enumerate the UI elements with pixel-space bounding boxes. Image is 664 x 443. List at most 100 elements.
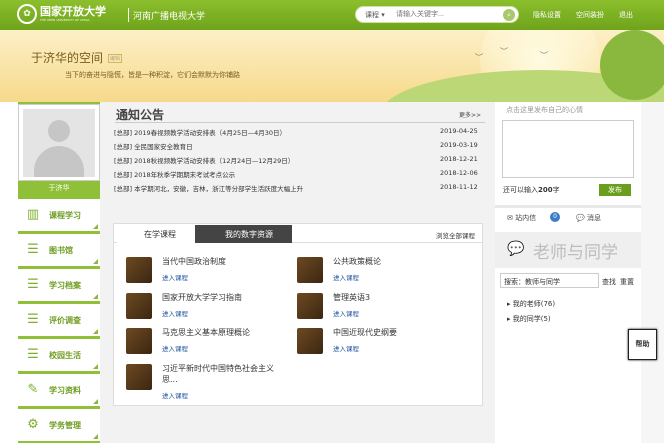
sidebar-item-study-record[interactable]: ☰ 学习档案: [18, 269, 100, 303]
sidebar-item-library[interactable]: ☰ 图书馆: [18, 234, 100, 268]
sidebar-item-label: 学习档案: [49, 280, 81, 290]
notice-row-text[interactable]: [总部] 2019春视频教学活动安排表（4月25日—4月30日）: [114, 129, 286, 137]
inbox-link[interactable]: ✉ 站内信: [507, 213, 536, 223]
search-input[interactable]: [396, 9, 506, 20]
sidebar-item-label: 学习资料: [49, 385, 81, 395]
enter-course-link[interactable]: 进入课程: [333, 343, 359, 353]
course-name[interactable]: 公共政策概论: [333, 256, 459, 267]
notice-row[interactable]: [总部] 2018年秋季学期期末考试考点公示 2018-12-06: [114, 169, 484, 179]
course-name[interactable]: 国家开放大学学习指南: [162, 292, 288, 303]
enter-course-link[interactable]: 进入课程: [162, 390, 188, 400]
notice-panel: 通知公告 更多>> [总部] 2019春视频教学活动安排表（4月25日—4月30…: [113, 104, 493, 199]
privacy-settings-link[interactable]: 隐私设置: [533, 10, 561, 20]
course-item[interactable]: 管理英语3 进入课程: [297, 291, 457, 323]
messages-label: 消息: [586, 214, 601, 222]
user-motto: 当下的奋进与隐慌，皆是一种积淀，它们会默默为你铺路: [65, 71, 240, 79]
logout-link[interactable]: 退出: [619, 10, 633, 20]
notice-title: 通知公告: [116, 108, 165, 122]
browse-all-courses-link[interactable]: 浏览全部课程: [436, 230, 475, 240]
notice-more-link[interactable]: 更多>>: [459, 110, 481, 119]
logo-subtitle: THE OPEN UNIVERSITY OF CHINA: [40, 18, 90, 22]
sidebar-item-study-materials[interactable]: ✎ 学习资料: [18, 374, 100, 408]
course-book-icon: [126, 364, 152, 390]
course-name[interactable]: 管理英语3: [333, 292, 459, 303]
enter-course-link[interactable]: 进入课程: [333, 308, 359, 318]
space-decorate-link[interactable]: 空间装扮: [576, 10, 604, 20]
bird-icon: ︶: [475, 53, 483, 62]
enter-course-link[interactable]: 进入课程: [162, 308, 188, 318]
enter-course-link[interactable]: 进入课程: [162, 272, 188, 282]
course-name[interactable]: 中国近现代史纲要: [333, 327, 459, 338]
course-book-icon: [297, 293, 323, 319]
sidebar-item-label: 评价调查: [49, 315, 81, 325]
notice-row-text[interactable]: [总部] 全民国家安全教育日: [114, 143, 193, 151]
course-book-icon: [126, 328, 152, 354]
notice-row-text[interactable]: [总部] 2018年秋季学期期末考试考点公示: [114, 171, 235, 179]
course-name[interactable]: 习近平新时代中国特色社会主义思...: [162, 363, 288, 385]
search-type-label: 课程: [365, 11, 379, 19]
book-icon: ▥: [26, 207, 40, 222]
course-item[interactable]: 中国近现代史纲要 进入课程: [297, 326, 457, 358]
tab-label: 在学课程: [144, 230, 176, 239]
course-item[interactable]: 公共政策概论 进入课程: [297, 255, 457, 287]
mood-input[interactable]: [502, 120, 634, 178]
help-button[interactable]: 帮助: [628, 329, 657, 360]
teachers-students-title: 老师与同学: [533, 243, 618, 263]
enter-course-link[interactable]: 进入课程: [162, 343, 188, 353]
sidebar-item-campus-life[interactable]: ☰ 校园生活: [18, 339, 100, 373]
limit-count: 200: [538, 186, 553, 194]
tree-item-label: 我的同学(5): [512, 315, 551, 323]
course-item[interactable]: 马克思主义基本原理概论 进入课程: [126, 326, 286, 358]
notice-row-date: 2018-12-21: [440, 155, 478, 163]
grid-icon: ☰: [27, 242, 39, 257]
sidebar-item-course-study[interactable]: ▥ 课程学习: [18, 199, 100, 233]
enter-course-link[interactable]: 进入课程: [333, 272, 359, 282]
banner: ︶ ︶ ︶: [0, 30, 664, 102]
notice-row[interactable]: [总部] 2018秋视频教学活动安排表（12月24日—12月29日） 2018-1…: [114, 155, 484, 165]
contact-search-input[interactable]: 搜索：教师与同学: [500, 273, 599, 288]
course-name[interactable]: 当代中国政治制度: [162, 256, 288, 267]
course-tabs: 在学课程 我的数字资源 浏览全部课程: [114, 224, 482, 243]
profile-name: 于济华: [48, 184, 70, 192]
notice-row[interactable]: [总部] 全民国家安全教育日 2019-03-19: [114, 141, 484, 151]
logo-title: 国家开放大学: [40, 5, 106, 18]
avatar[interactable]: [18, 104, 100, 181]
notice-row[interactable]: [总部] 本学期河北，安徽，吉林，浙江等分部学生活跃度大幅上升 2018-11-1…: [114, 183, 484, 193]
edit-tag[interactable]: 编辑: [108, 54, 123, 63]
chat-icon: 💬: [576, 214, 585, 222]
inbox-count-badge: 0: [550, 212, 560, 222]
course-name[interactable]: 马克思主义基本原理概论: [162, 327, 288, 338]
reset-button[interactable]: 重置: [620, 277, 634, 287]
gear-icon: ⚙: [27, 417, 39, 432]
course-item[interactable]: 当代中国政治制度 进入课程: [126, 255, 286, 287]
sidebar-item-label: 校园生活: [49, 350, 81, 360]
tab-digital-resources[interactable]: 我的数字资源: [195, 225, 292, 243]
sidebar-item-label: 图书馆: [49, 245, 73, 255]
bird-icon: ︶: [500, 47, 508, 56]
sidebar-item-academic-affairs[interactable]: ⚙ 学务管理: [18, 409, 100, 443]
grid-icon: ☰: [27, 347, 39, 362]
sidebar-item-evaluation[interactable]: ☰ 评价调查: [18, 304, 100, 338]
publish-button[interactable]: 发布: [599, 184, 631, 196]
messages-link[interactable]: 💬 消息: [576, 213, 601, 223]
search-type-select[interactable]: 课程 ▾: [365, 10, 385, 20]
tree-item-teachers[interactable]: ▸ 我的老师(76): [507, 299, 555, 309]
notice-row[interactable]: [总部] 2019春视频教学活动安排表（4月25日—4月30日） 2019-04-…: [114, 127, 484, 137]
char-limit-text: 还可以输入200字: [503, 185, 560, 195]
inbox-label: 站内信: [515, 214, 537, 222]
course-item[interactable]: 习近平新时代中国特色社会主义思... 进入课程: [126, 362, 286, 402]
notice-row-text[interactable]: [总部] 2018秋视频教学活动安排表（12月24日—12月29日）: [114, 157, 294, 165]
notice-row-text[interactable]: [总部] 本学期河北，安徽，吉林，浙江等分部学生活跃度大幅上升: [114, 185, 303, 193]
tree-item-classmates[interactable]: ▸ 我的同学(5): [507, 314, 551, 324]
course-item[interactable]: 国家开放大学学习指南 进入课程: [126, 291, 286, 323]
find-button[interactable]: 查找: [602, 277, 616, 287]
logo[interactable]: ✿ 国家开放大学 THE OPEN UNIVERSITY OF CHINA: [17, 4, 106, 24]
search-icon[interactable]: ⌕: [503, 9, 515, 21]
grid-icon: ☰: [27, 277, 39, 292]
course-book-icon: [297, 257, 323, 283]
tab-current-courses[interactable]: 在学课程: [117, 225, 201, 243]
school-name: 河南广播电视大学: [133, 12, 206, 22]
limit-suffix: 字: [552, 186, 560, 194]
tree-decoration: [600, 30, 664, 100]
divider: [115, 122, 485, 123]
